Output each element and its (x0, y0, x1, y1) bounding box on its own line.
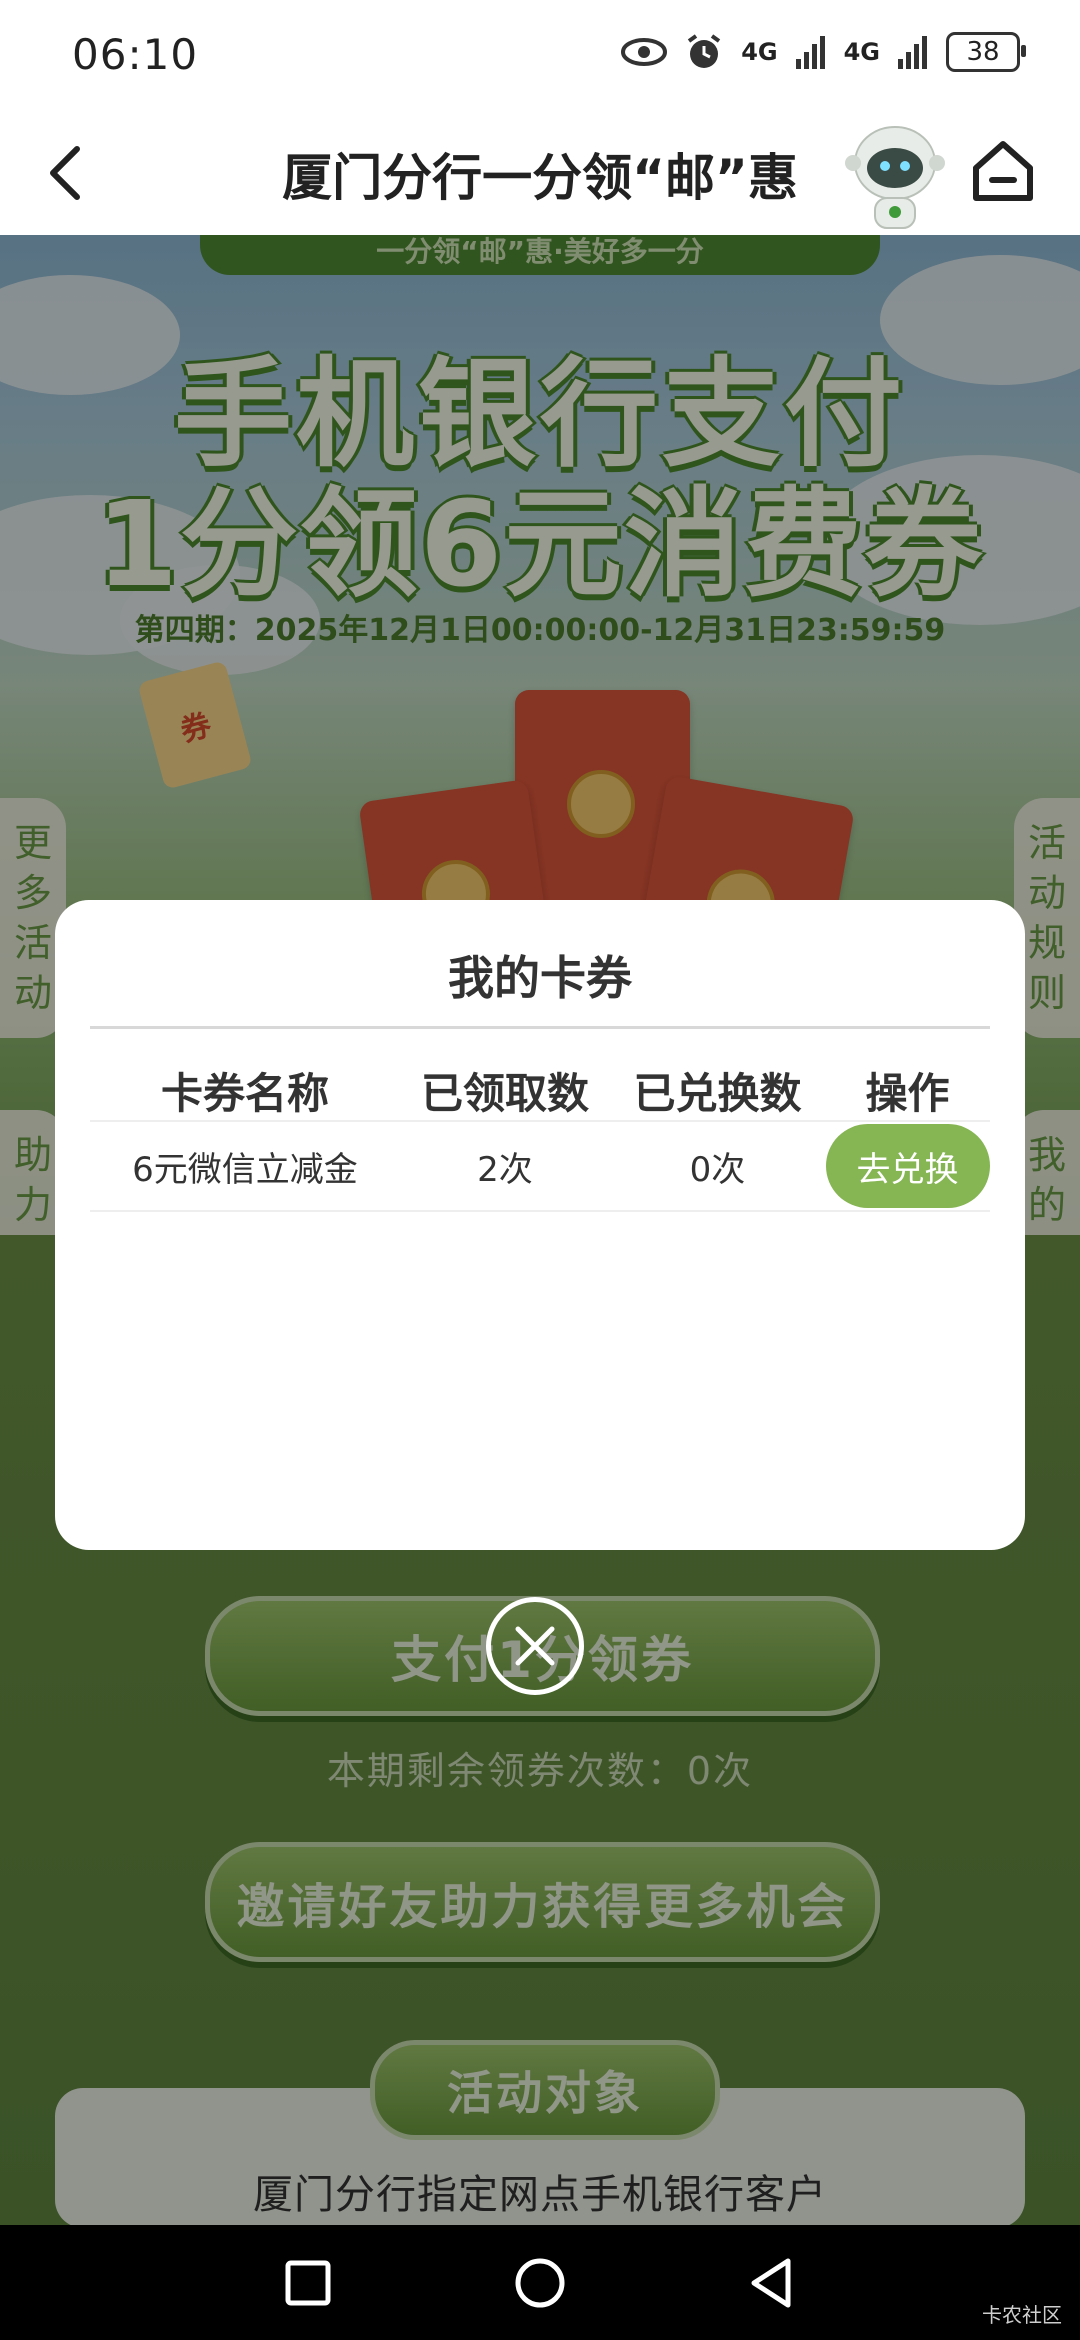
system-navigation-bar: 卡农社区 (0, 2225, 1080, 2340)
close-modal-button[interactable] (486, 1597, 584, 1695)
signal-icon-1 (795, 36, 825, 69)
alarm-icon (688, 34, 721, 68)
action-cell: 去兑换 (825, 1122, 990, 1210)
signal-icon-2 (898, 36, 927, 69)
watermark: 卡农社区 (982, 2303, 1062, 2327)
home-icon (973, 141, 1033, 201)
modal-divider (90, 1026, 990, 1029)
table-row: 6元微信立减金 2次 0次 去兑换 (90, 1122, 990, 1212)
home-button[interactable] (968, 136, 1038, 206)
close-icon (515, 1626, 555, 1666)
redeem-button[interactable]: 去兑换 (825, 1124, 990, 1208)
coupon-name: 6元微信立减金 (132, 1149, 358, 1190)
coupon-table-header: 卡券名称 已领取数 已兑换数 操作 (90, 1060, 990, 1122)
eye-icon (621, 38, 668, 66)
column-header-name: 卡券名称 (160, 1068, 329, 1118)
back-nav-icon[interactable] (744, 2255, 800, 2311)
column-header-action: 操作 (865, 1068, 950, 1118)
modal-title: 我的卡券 (448, 951, 632, 1005)
status-time: 06:10 (72, 30, 199, 79)
status-icons: 4G 4G 38 (621, 32, 1026, 72)
app-header: 厦门分行一分领“邮”惠 (0, 110, 1080, 235)
column-header-redeemed: 已兑换数 (633, 1068, 802, 1118)
my-coupons-modal: 我的卡券 卡券名称 已领取数 已兑换数 操作 6元微信立减金 2次 0次 去兑换 (55, 900, 1025, 1550)
recent-apps-icon[interactable] (280, 2255, 336, 2311)
network-4g-label-2: 4G (843, 38, 880, 66)
battery-indicator: 38 (946, 32, 1026, 72)
home-nav-icon[interactable] (512, 2255, 568, 2311)
column-header-claimed: 已领取数 (420, 1068, 589, 1118)
redeemed-count: 0次 (689, 1149, 746, 1190)
assistant-robot-icon[interactable] (840, 118, 950, 233)
network-4g-label-1: 4G (741, 38, 778, 66)
claimed-count: 2次 (477, 1149, 533, 1190)
status-bar: 06:10 4G 4G 38 (0, 0, 1080, 110)
